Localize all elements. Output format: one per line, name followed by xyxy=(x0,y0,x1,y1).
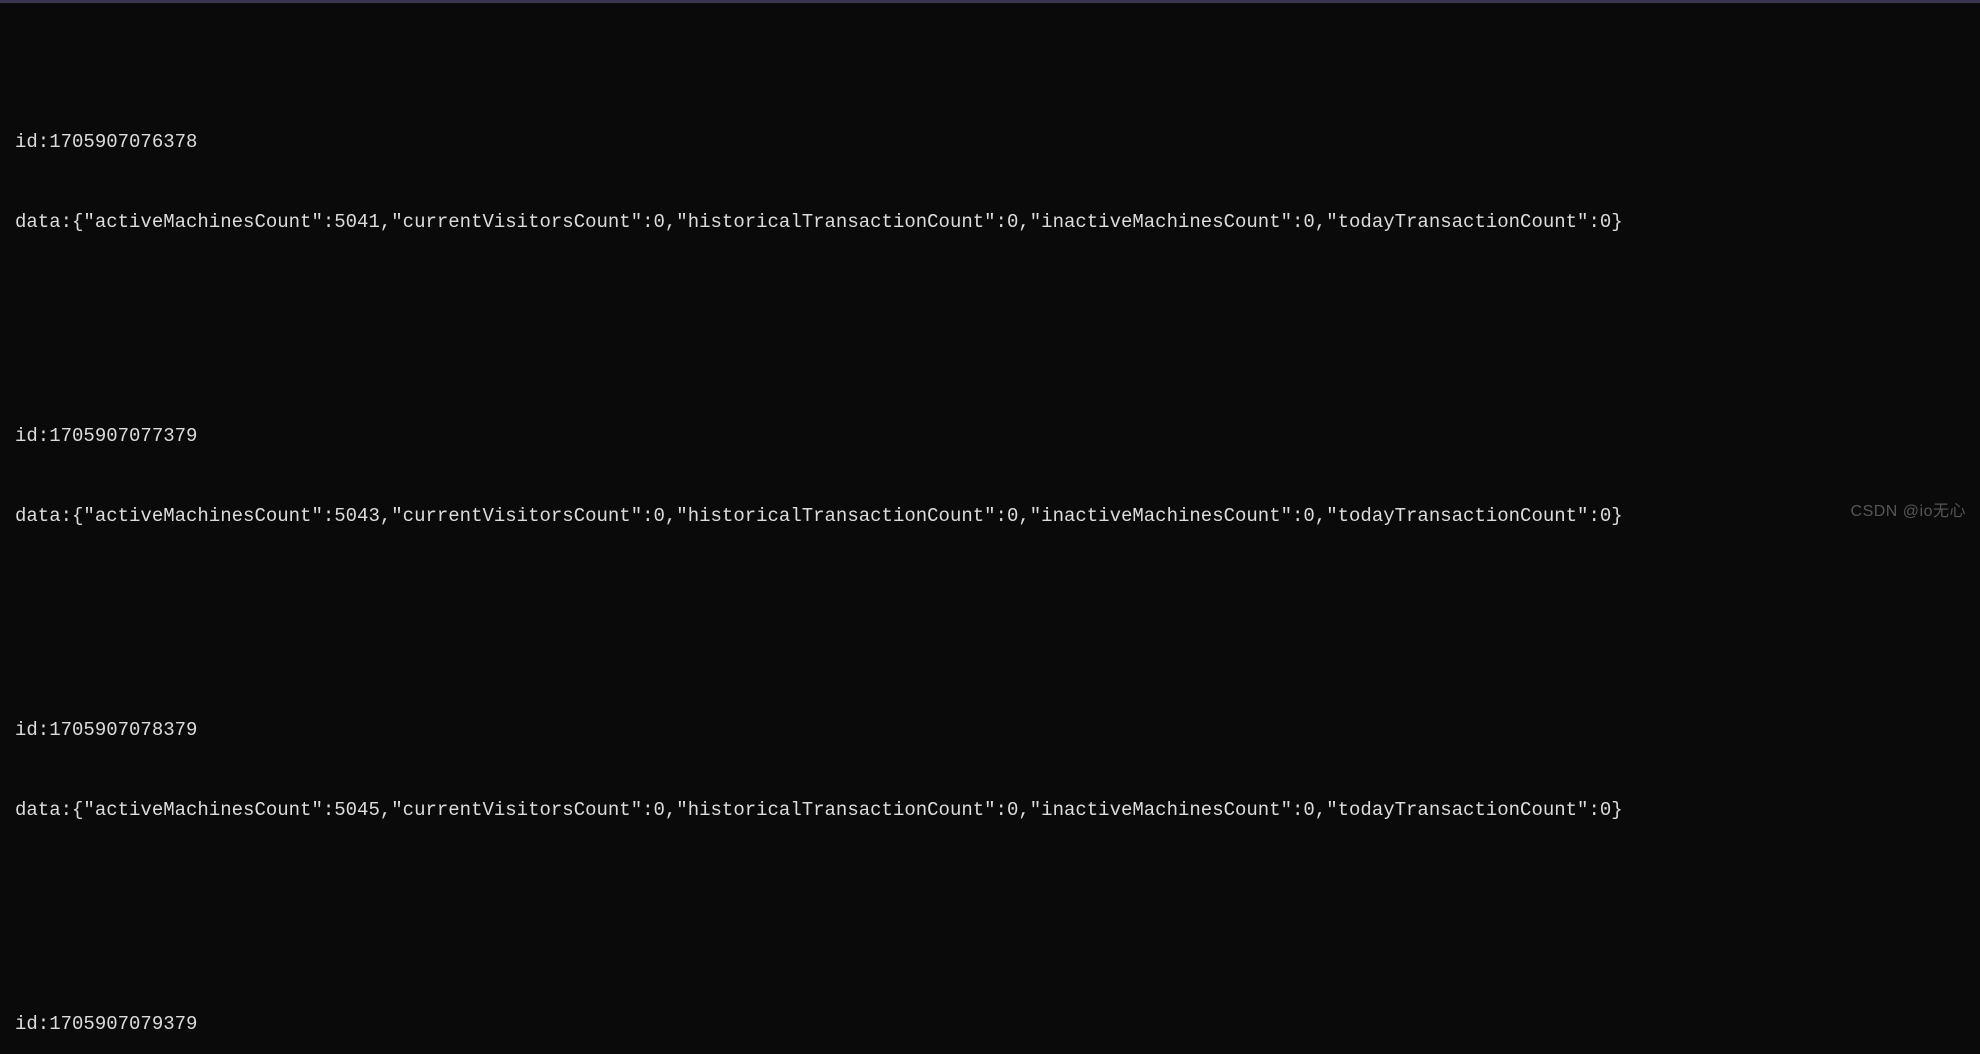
log-entry: id:1705907079379 data:{"activeMachinesCo… xyxy=(15,958,1965,1054)
log-entry: id:1705907078379 data:{"activeMachinesCo… xyxy=(15,664,1965,877)
log-entry: id:1705907077379 data:{"activeMachinesCo… xyxy=(15,370,1965,583)
log-id-line: id:1705907079379 xyxy=(15,1011,1965,1038)
log-data-line: data:{"activeMachinesCount":5045,"curren… xyxy=(15,797,1965,824)
log-id-line: id:1705907078379 xyxy=(15,717,1965,744)
log-data-line: data:{"activeMachinesCount":5043,"curren… xyxy=(15,503,1965,530)
log-id-line: id:1705907076378 xyxy=(15,129,1965,156)
log-id-line: id:1705907077379 xyxy=(15,423,1965,450)
log-entry: id:1705907076378 data:{"activeMachinesCo… xyxy=(15,76,1965,289)
watermark-text: CSDN @io无心 xyxy=(1851,497,1966,521)
console-output: id:1705907076378 data:{"activeMachinesCo… xyxy=(0,3,1980,1054)
log-data-line: data:{"activeMachinesCount":5041,"curren… xyxy=(15,209,1965,236)
